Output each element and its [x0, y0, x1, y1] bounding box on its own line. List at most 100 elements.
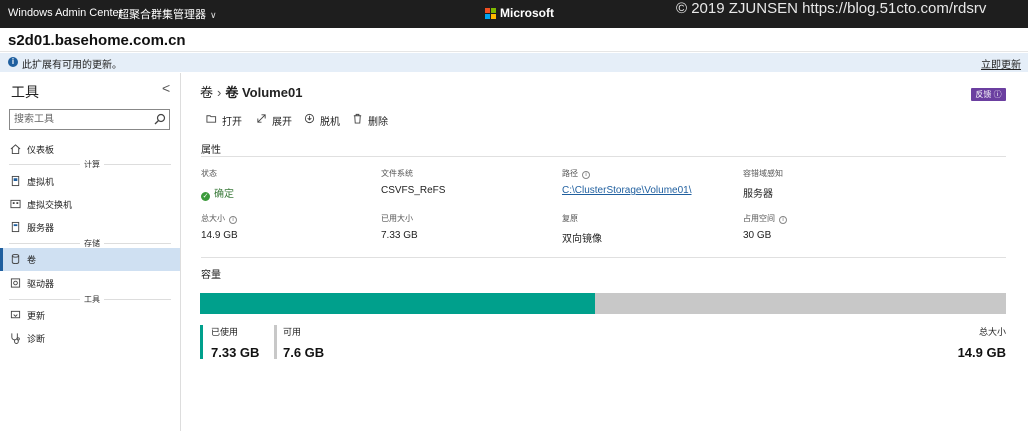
prop-filesystem: 文件系统 CSVFS_ReFS: [381, 168, 445, 196]
path-label: 路径: [562, 169, 578, 178]
total-label: 总大小: [201, 214, 225, 223]
breadcrumb: 卷 › 卷 Volume01: [200, 82, 302, 101]
section-storage: 存储: [0, 238, 180, 249]
prop-value: ✓ 确定: [201, 185, 234, 201]
sidebar-item-dashboard[interactable]: 仪表板: [0, 138, 180, 161]
tool-search-box: [9, 109, 170, 130]
prop-value: 7.33 GB: [381, 230, 418, 241]
delete-label: 删除: [368, 117, 388, 128]
sidebar-item-label: 服务器: [27, 223, 55, 233]
check-circle-icon: ✓: [201, 192, 210, 201]
tools-sidebar: 工具 < 仪表板 计算 虚拟机 虚拟交换机 服务器 存储 卷 驱动器 工具 更新…: [0, 73, 181, 431]
legend-total-label: 总大小: [978, 327, 1006, 337]
capacity-divider: [201, 257, 1006, 258]
update-icon: [10, 310, 21, 319]
prop-total-size: 总大小 i 14.9 GB: [201, 213, 238, 241]
legend-used-value: 7.33 GB: [211, 345, 260, 360]
drive-icon: [10, 278, 21, 288]
folder-open-icon: [206, 115, 217, 123]
offline-icon: [304, 113, 315, 124]
info-icon[interactable]: i: [582, 171, 590, 179]
chevron-right-icon: ›: [217, 85, 222, 100]
connection-manager-dropdown[interactable]: 超聚合群集管理器 ∨: [118, 6, 217, 22]
sidebar-item-vms[interactable]: 虚拟机: [0, 170, 180, 193]
server-icon: [11, 221, 20, 233]
expand-label: 展开: [272, 117, 292, 128]
prop-used-size: 已用大小 7.33 GB: [381, 213, 418, 241]
capacity-used-fill: [200, 293, 595, 314]
properties-title: 属性: [201, 145, 221, 156]
capacity-title: 容量: [201, 270, 221, 281]
prop-label: 路径 i: [562, 168, 692, 179]
collapse-chevron-icon[interactable]: <: [162, 80, 170, 96]
sidebar-item-drives[interactable]: 驱动器: [0, 272, 180, 295]
status-value: 确定: [214, 189, 234, 200]
notice-text: 此扩展有可用的更新。: [22, 60, 122, 71]
top-bar: Windows Admin Center 超聚合群集管理器 ∨ Microsoft…: [0, 0, 1028, 28]
feedback-label: 反馈: [975, 90, 992, 99]
sidebar-item-label: 驱动器: [27, 279, 55, 289]
main-content: 卷 › 卷 Volume01 反馈 ⓘ 打开 展开 脱机 删除 属性 状态 ✓ 确定 …: [182, 73, 1028, 431]
prop-label: 文件系统: [381, 169, 413, 178]
section-compute: 计算: [0, 159, 180, 170]
path-link[interactable]: C:\ClusterStorage\Volume01\: [562, 185, 692, 196]
sidebar-item-label: 诊断: [27, 334, 46, 344]
tools-title: 工具: [11, 84, 39, 100]
section-label: 计算: [80, 159, 104, 170]
prop-path: 路径 i C:\ClusterStorage\Volume01\: [562, 168, 692, 196]
sidebar-item-diagnostics[interactable]: 诊断: [0, 327, 180, 350]
prop-value: CSVFS_ReFS: [381, 185, 446, 196]
legend-used-label: 已使用: [211, 327, 239, 337]
offline-label: 脱机: [320, 117, 340, 128]
trash-icon: [353, 113, 362, 124]
breadcrumb-parent[interactable]: 卷: [200, 85, 213, 100]
sidebar-item-label: 虚拟交换机: [27, 200, 73, 210]
info-icon: ⓘ: [993, 90, 1002, 99]
prop-resiliency: 复原 双向镜像: [562, 213, 602, 245]
prop-value: 服务器: [743, 189, 773, 200]
sidebar-item-label: 卷: [27, 255, 37, 265]
update-notice-bar: i 此扩展有可用的更新。 立即更新: [0, 53, 1028, 72]
prop-value: 30 GB: [743, 230, 772, 241]
sidebar-item-label: 更新: [27, 311, 46, 321]
watermark: © 2019 ZJUNSEN https://blog.51cto.com/rd…: [676, 0, 987, 17]
sidebar-item-volumes[interactable]: 卷: [0, 248, 180, 271]
sidebar-item-servers[interactable]: 服务器: [0, 216, 180, 239]
section-tools: 工具: [0, 294, 180, 305]
sidebar-item-label: 仪表板: [27, 145, 55, 155]
prop-value: 14.9 GB: [201, 230, 238, 241]
search-icon[interactable]: [154, 113, 166, 125]
info-icon[interactable]: i: [779, 216, 787, 224]
tool-search-input[interactable]: [14, 112, 150, 127]
sidebar-item-updates[interactable]: 更新: [0, 304, 180, 327]
prop-label: 已用大小: [381, 214, 413, 223]
sidebar-item-vswitch[interactable]: 虚拟交换机: [0, 193, 180, 216]
connection-manager-label: 超聚合群集管理器: [118, 9, 206, 21]
update-now-link[interactable]: 立即更新: [981, 56, 1021, 71]
breadcrumb-current: 卷 Volume01: [225, 85, 303, 100]
cylinder-icon: [11, 253, 20, 265]
footprint-label: 占用空间: [743, 214, 775, 223]
info-icon[interactable]: i: [229, 216, 237, 224]
properties-divider: [201, 156, 1006, 157]
legend-free: 可用 7.6 GB: [274, 325, 325, 360]
prop-label: 总大小 i: [201, 213, 238, 224]
legend-free-label: 可用: [283, 327, 302, 337]
app-name[interactable]: Windows Admin Center: [8, 7, 122, 19]
legend-total: 总大小 14.9 GB: [922, 325, 1006, 360]
prop-status: 状态 ✓ 确定: [201, 168, 234, 201]
stethoscope-icon: [11, 333, 20, 344]
prop-fault-domain: 容错域感知 服务器: [743, 168, 783, 200]
legend-total-value: 14.9 GB: [957, 345, 1006, 360]
server-name: s2d01.basehome.com.cn: [8, 32, 186, 49]
vm-icon: [11, 175, 20, 187]
microsoft-brand: Microsoft: [500, 6, 554, 20]
microsoft-logo-icon: [485, 8, 497, 20]
feedback-button[interactable]: 反馈 ⓘ: [971, 88, 1006, 101]
prop-label: 复原: [562, 214, 578, 223]
legend-free-value: 7.6 GB: [283, 345, 325, 360]
prop-label: 状态: [201, 169, 217, 178]
home-icon: [10, 144, 21, 155]
prop-value: 双向镜像: [562, 234, 602, 245]
switch-icon: [10, 199, 21, 209]
